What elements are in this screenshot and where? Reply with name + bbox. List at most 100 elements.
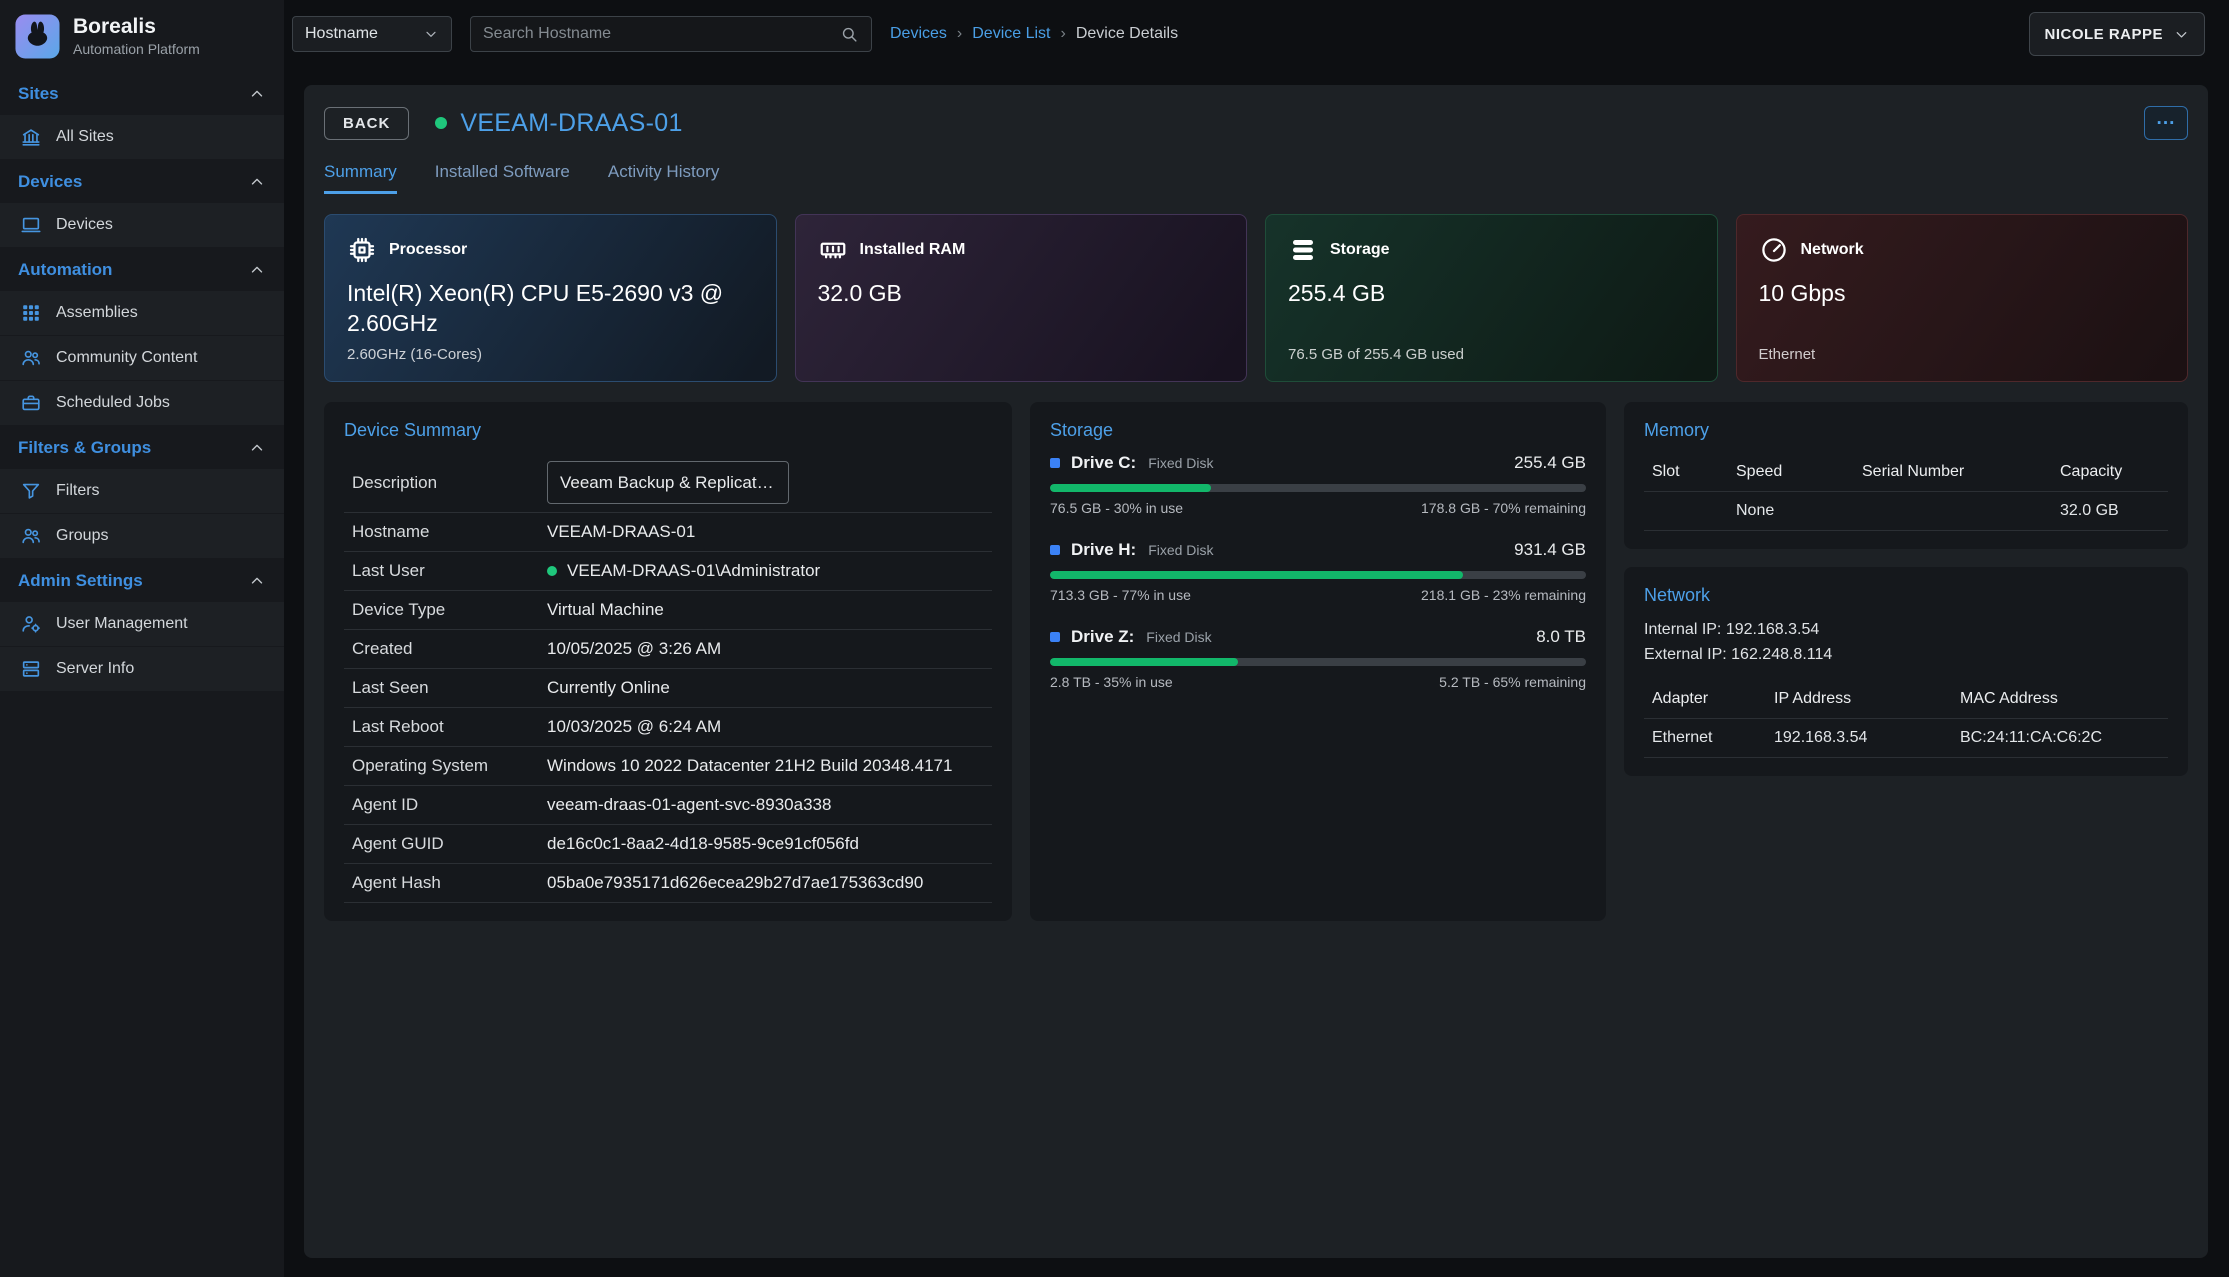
sidebar-item-server-info[interactable]: Server Info	[0, 647, 284, 692]
sidebar-item-label: Scheduled Jobs	[56, 394, 170, 412]
sidebar-item-groups[interactable]: Groups	[0, 514, 284, 559]
sidebar-section-automation[interactable]: Automation	[0, 248, 284, 291]
sidebar-item-label: Server Info	[56, 660, 134, 678]
back-button[interactable]: BACK	[324, 107, 409, 140]
summary-row-value: Currently Online	[547, 678, 670, 698]
drive-remaining-text: 178.8 GB - 70% remaining	[1421, 500, 1586, 516]
panel-title: Network	[1644, 585, 2168, 606]
section-label: Filters & Groups	[18, 438, 151, 458]
tab-installed-software[interactable]: Installed Software	[435, 162, 570, 194]
detail-grid: Device Summary Description Hostname VEEA…	[324, 402, 2188, 921]
summary-row-label: Agent GUID	[352, 834, 547, 854]
summary-row: Agent ID veeam-draas-01-agent-svc-8930a3…	[344, 786, 992, 825]
summary-row-value: Virtual Machine	[547, 600, 664, 620]
device-details-panel: BACK VEEAM-DRAAS-01 ··· Summary Installe…	[304, 85, 2208, 1258]
sidebar-section-devices[interactable]: Devices	[0, 160, 284, 203]
sites-icon	[20, 126, 42, 148]
brand-subtitle: Automation Platform	[73, 41, 200, 57]
summary-row-value: 10/05/2025 @ 3:26 AM	[547, 639, 721, 659]
sidebar-item-user-management[interactable]: User Management	[0, 602, 284, 647]
drive-row-h: Drive H: Fixed Disk 931.4 GB 713.3 GB - …	[1050, 540, 1586, 603]
network-panel: Network Internal IP: 192.168.3.54 Extern…	[1624, 567, 2188, 776]
sidebar-item-community-content[interactable]: Community Content	[0, 336, 284, 381]
drive-usage-bar	[1050, 571, 1586, 579]
stat-card-value: 255.4 GB	[1288, 279, 1695, 309]
breadcrumb-separator: ›	[957, 25, 962, 43]
user-gear-icon	[20, 613, 42, 635]
summary-row-label: Last User	[352, 561, 547, 581]
chevron-down-icon	[2173, 26, 2190, 43]
summary-row-label: Last Seen	[352, 678, 547, 698]
search-input[interactable]	[483, 25, 840, 43]
panel-title: Storage	[1050, 420, 1586, 441]
summary-row: Created 10/05/2025 @ 3:26 AM	[344, 630, 992, 669]
chevron-up-icon	[248, 439, 266, 457]
summary-row-value: veeam-draas-01-agent-svc-8930a338	[547, 795, 831, 815]
network-col-header: MAC Address	[1952, 680, 2168, 719]
stat-card-ram: Installed RAM 32.0 GB	[795, 214, 1248, 382]
drive-size: 255.4 GB	[1514, 453, 1586, 473]
summary-row: Device Type Virtual Machine	[344, 591, 992, 630]
stat-card-subtext: 76.5 GB of 255.4 GB used	[1288, 346, 1464, 363]
sidebar-item-label: Devices	[56, 216, 113, 234]
user-menu-button[interactable]: NICOLE RAPPE	[2029, 12, 2205, 56]
internal-ip-text: Internal IP: 192.168.3.54	[1644, 618, 2168, 643]
summary-row-label: Description	[352, 473, 547, 493]
tab-activity-history[interactable]: Activity History	[608, 162, 719, 194]
sidebar-item-all-sites[interactable]: All Sites	[0, 115, 284, 160]
breadcrumb-link-device-list[interactable]: Device List	[972, 25, 1050, 43]
section-label: Automation	[18, 260, 112, 280]
drive-used-text: 76.5 GB - 30% in use	[1050, 500, 1183, 516]
drive-usage-fill	[1050, 571, 1463, 579]
cpu-icon	[347, 235, 377, 265]
content-column: Hostname Devices › Device List › Device …	[284, 0, 2229, 1277]
sidebar-item-assemblies[interactable]: Assemblies	[0, 291, 284, 336]
drive-usage-bar	[1050, 658, 1586, 666]
search-icon[interactable]	[840, 25, 859, 44]
sidebar-item-label: Groups	[56, 527, 108, 545]
summary-row-value: VEEAM-DRAAS-01\Administrator	[547, 561, 820, 581]
sidebar-section-admin-settings[interactable]: Admin Settings	[0, 559, 284, 602]
stat-card-label: Processor	[389, 241, 467, 259]
main-area: BACK VEEAM-DRAAS-01 ··· Summary Installe…	[284, 68, 2229, 1277]
sidebar-section-filters-groups[interactable]: Filters & Groups	[0, 426, 284, 469]
summary-row: Hostname VEEAM-DRAAS-01	[344, 513, 992, 552]
summary-row-value: 05ba0e7935171d626ecea29b27d7ae175363cd90	[547, 873, 923, 893]
chevron-up-icon	[248, 261, 266, 279]
online-status-dot	[547, 566, 557, 576]
memory-table: Slot Speed Serial Number Capacity None 3…	[1644, 453, 2168, 531]
summary-row-value-text: VEEAM-DRAAS-01\Administrator	[567, 561, 820, 581]
app-root: Borealis Automation Platform Sites All S…	[0, 0, 2229, 1277]
drive-size: 931.4 GB	[1514, 540, 1586, 560]
topbar: Hostname Devices › Device List › Device …	[284, 0, 2229, 68]
stat-card-processor: Processor Intel(R) Xeon(R) CPU E5-2690 v…	[324, 214, 777, 382]
hostname-filter-dropdown[interactable]: Hostname	[292, 16, 452, 52]
more-actions-button[interactable]: ···	[2144, 106, 2188, 140]
stat-card-subtext: Ethernet	[1759, 346, 1816, 363]
summary-row: Last Seen Currently Online	[344, 669, 992, 708]
network-cell-ip: 192.168.3.54	[1766, 719, 1952, 758]
sidebar-section-sites[interactable]: Sites	[0, 72, 284, 115]
drive-type: Fixed Disk	[1148, 542, 1213, 558]
sidebar-item-scheduled-jobs[interactable]: Scheduled Jobs	[0, 381, 284, 426]
summary-row-label: Created	[352, 639, 547, 659]
sidebar-item-devices[interactable]: Devices	[0, 203, 284, 248]
user-name: NICOLE RAPPE	[2044, 26, 2163, 43]
brand: Borealis Automation Platform	[0, 0, 284, 72]
sidebar-item-label: Assemblies	[56, 304, 138, 322]
stat-card-storage: Storage 255.4 GB 76.5 GB of 255.4 GB use…	[1265, 214, 1718, 382]
tab-summary[interactable]: Summary	[324, 162, 397, 194]
gauge-icon	[1759, 235, 1789, 265]
sidebar-item-filters[interactable]: Filters	[0, 469, 284, 514]
drive-row-z: Drive Z: Fixed Disk 8.0 TB 2.8 TB - 35% …	[1050, 627, 1586, 690]
memory-cell-capacity: 32.0 GB	[2052, 492, 2168, 531]
drive-type: Fixed Disk	[1146, 629, 1211, 645]
summary-row-value: Windows 10 2022 Datacenter 21H2 Build 20…	[547, 756, 952, 776]
breadcrumb-link-devices[interactable]: Devices	[890, 25, 947, 43]
chevron-up-icon	[248, 572, 266, 590]
sidebar: Borealis Automation Platform Sites All S…	[0, 0, 284, 1277]
drive-usage-bar	[1050, 484, 1586, 492]
stat-card-label: Installed RAM	[860, 241, 966, 259]
description-input[interactable]	[547, 461, 789, 504]
drive-remaining-text: 218.1 GB - 23% remaining	[1421, 587, 1586, 603]
